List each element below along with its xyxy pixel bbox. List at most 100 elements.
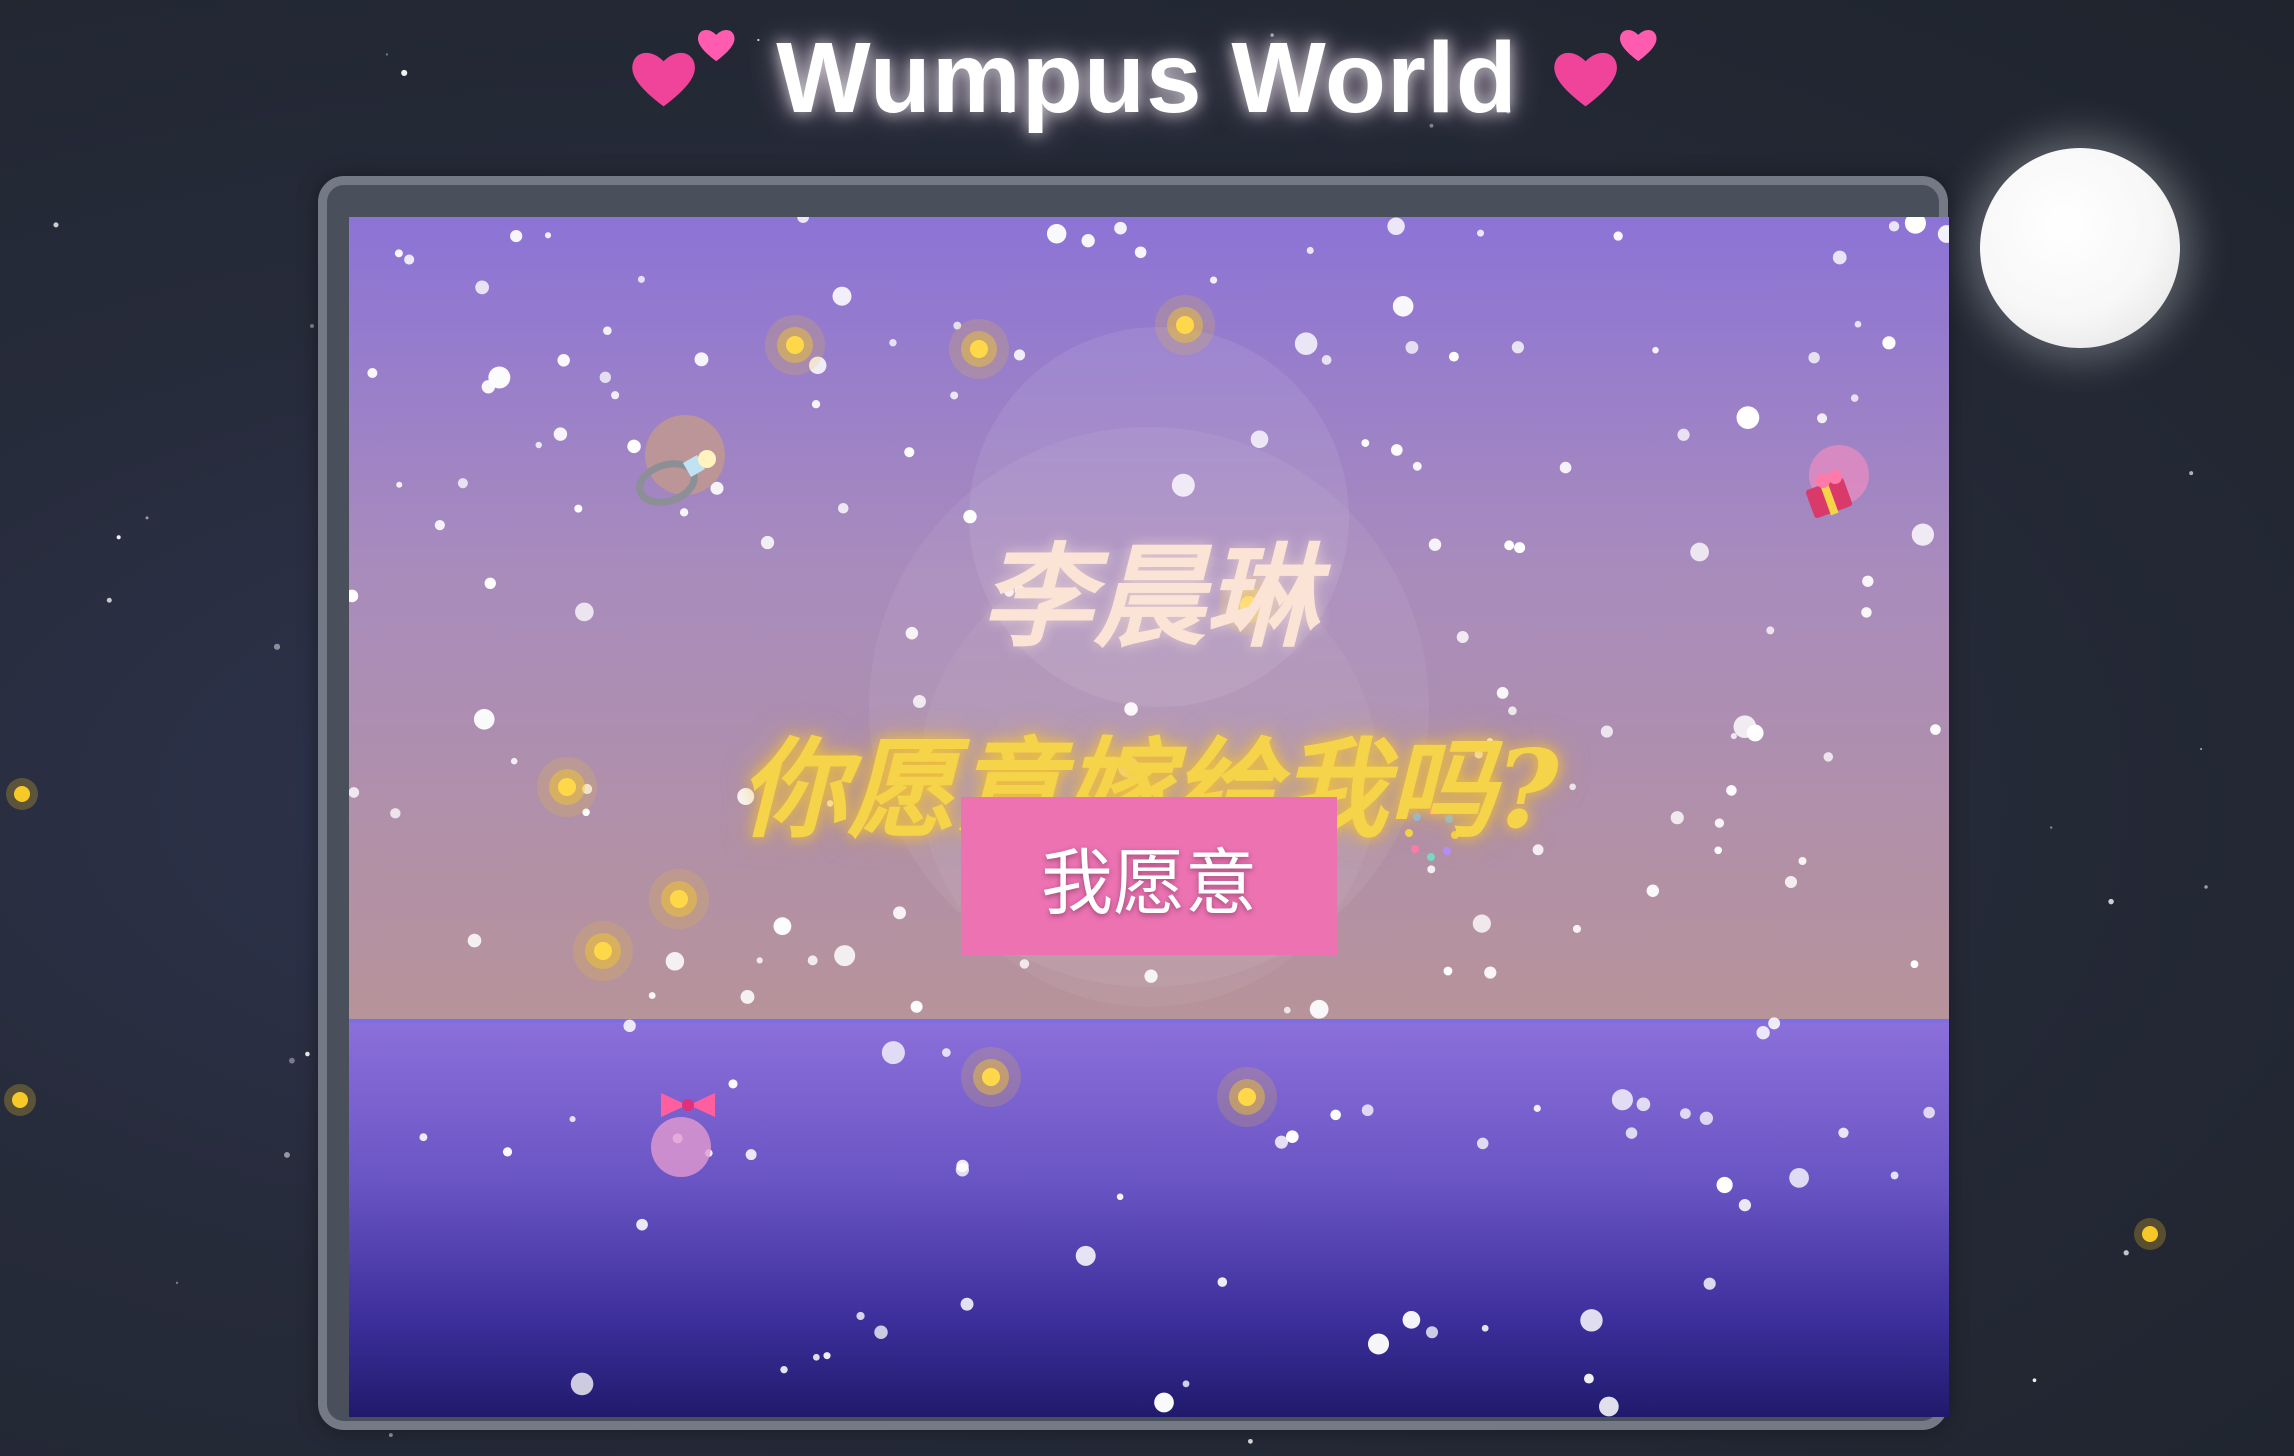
snowflake [1481, 1324, 1489, 1332]
snowflake [623, 1019, 636, 1033]
snowflake [570, 1372, 594, 1396]
snowflake [1738, 1199, 1752, 1212]
snowflake [812, 1353, 820, 1361]
snowflake [1250, 430, 1269, 449]
snowflake [1368, 1333, 1390, 1355]
snowflake [1294, 332, 1318, 355]
firefly [670, 890, 688, 908]
snowflake [1838, 1127, 1849, 1138]
snowflake [1677, 428, 1690, 441]
snowflake [1904, 217, 1926, 234]
snowflake [1625, 1127, 1638, 1139]
snowflake [488, 366, 511, 389]
snowflake [1484, 966, 1497, 979]
snowflake [1387, 217, 1405, 235]
snowflake [396, 481, 403, 488]
snowflake [1283, 1006, 1291, 1014]
snowflake [665, 952, 685, 971]
snowflake [1392, 295, 1414, 317]
snowflake [1850, 394, 1859, 402]
snowflake [611, 391, 620, 400]
snowflake [1910, 960, 1919, 969]
snowflake [874, 1325, 888, 1339]
snowflake [1075, 1245, 1096, 1266]
star [145, 516, 149, 520]
snowflake [832, 286, 852, 306]
star [2032, 1378, 2037, 1383]
snowflake [510, 230, 523, 243]
snowflake [1533, 1104, 1541, 1112]
snowflake [1013, 349, 1026, 361]
snowflake [1854, 320, 1862, 328]
snowflake [367, 367, 378, 379]
star [310, 323, 314, 328]
snowflake [648, 992, 656, 999]
snowflake [773, 917, 792, 936]
snowflake [1808, 351, 1820, 364]
snowflake [1476, 1137, 1489, 1150]
firefly [786, 336, 804, 354]
star [2049, 826, 2053, 829]
snowflake [856, 1311, 865, 1321]
ribbon-bow-icon [651, 1093, 715, 1177]
snowflake [1217, 1277, 1228, 1287]
snowflake [637, 275, 645, 283]
star [273, 643, 281, 650]
snowflake [1832, 250, 1847, 265]
snowflake [1209, 276, 1218, 284]
snowflake [1306, 246, 1314, 255]
snowflake [467, 933, 482, 948]
snowflake [394, 249, 403, 258]
snowflake [1888, 221, 1900, 232]
snowflake [404, 254, 415, 265]
star [1248, 1438, 1253, 1444]
firefly [594, 942, 612, 960]
snowflake [1425, 1326, 1439, 1339]
star [2123, 1250, 2129, 1256]
star [284, 1151, 290, 1158]
beloved-name: 李晨琳 [981, 532, 1317, 663]
snowflake [1182, 1380, 1190, 1388]
snowflake [960, 1297, 974, 1311]
snowflake [1390, 444, 1403, 456]
snowflake [807, 955, 818, 966]
snowflake [1496, 687, 1509, 699]
snowflake [1472, 914, 1491, 933]
snowflake [893, 906, 906, 920]
snowflake [1330, 1109, 1341, 1121]
moon [1980, 148, 2180, 348]
star [2108, 898, 2114, 905]
snowflake [457, 478, 468, 489]
snowflake [1361, 439, 1370, 447]
snowflake [1882, 336, 1896, 350]
snowflake [1171, 473, 1195, 497]
snowflake [1361, 1104, 1374, 1117]
star [53, 222, 59, 228]
snowflake [811, 400, 821, 409]
star [175, 1281, 179, 1285]
snowflake [1309, 999, 1329, 1019]
snowflake [1703, 1277, 1716, 1290]
star [2200, 747, 2203, 751]
snowflake [1646, 884, 1660, 897]
snowflake [745, 1149, 757, 1161]
snowflake [1768, 1017, 1781, 1030]
snowflake [1716, 1176, 1733, 1194]
snowflake [1816, 413, 1828, 424]
firefly [12, 1092, 28, 1108]
snowflake [599, 371, 611, 383]
snowflake [941, 1048, 951, 1057]
snowflake [1477, 229, 1485, 237]
snowflake [1611, 1089, 1633, 1111]
snowflake [1699, 1111, 1714, 1125]
snowflake [1937, 225, 1949, 243]
snowflake [475, 280, 489, 295]
accept-button[interactable]: 我愿意 [961, 797, 1337, 955]
snowflake [1405, 340, 1419, 354]
snowflake [419, 1133, 428, 1142]
snowflake [1081, 234, 1095, 248]
snowflake [1679, 1108, 1691, 1119]
firefly [1238, 1088, 1256, 1106]
snowflake [904, 447, 915, 458]
snowflake [1580, 1309, 1603, 1332]
